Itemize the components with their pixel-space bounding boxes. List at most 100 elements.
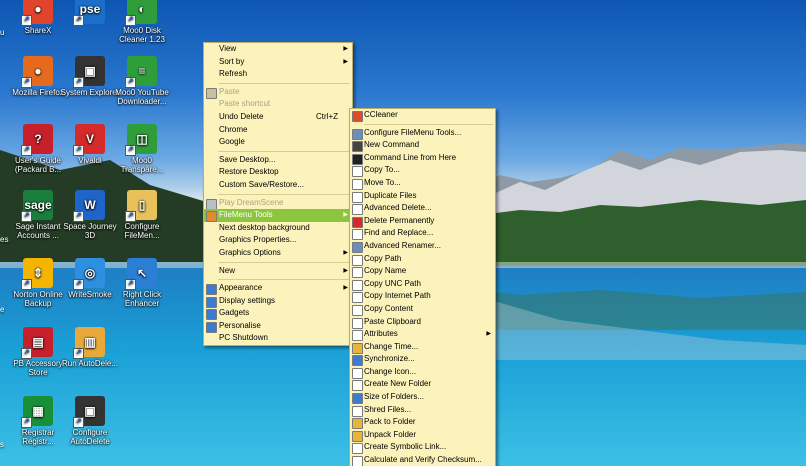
shortcut-arrow-icon: ↗ (73, 77, 84, 88)
desktop-shortcut[interactable]: ▥ ↗ Run AutoDele... (60, 327, 120, 368)
norton-icon: ⇕ ↗ (21, 258, 53, 290)
menu-item[interactable]: Sort by ▶ (204, 56, 352, 69)
menu-item[interactable]: Copy Path (350, 253, 495, 266)
size-icon (352, 393, 363, 405)
menu-item[interactable]: Attributes ▶ (350, 328, 495, 342)
menu-item[interactable]: Size of Folders... (350, 391, 495, 405)
desktop-shortcut[interactable]: ⇕ ↗ Norton Online Backup (8, 258, 68, 308)
desktop-shortcut[interactable]: sage ↗ Sage Instant Accounts ... (8, 190, 68, 240)
desktop-shortcut[interactable]: ↖ ↗ Right Click Enhancer (112, 258, 172, 308)
menu-item-label: Copy Internet Path (364, 291, 431, 301)
menu-item[interactable]: Undo Delete Ctrl+Z (204, 111, 352, 124)
menu-item[interactable]: Personalise (204, 320, 352, 333)
menu-item[interactable]: Unpack Folder (350, 429, 495, 442)
menu-item[interactable]: Calculate and Verify Checksum... (350, 454, 495, 466)
menu-item[interactable]: Copy Content (350, 303, 495, 316)
desktop-shortcut[interactable]: ≡ ↗ Moo0 YouTube Downloader... (112, 56, 172, 106)
menu-item[interactable]: Find and Replace... (350, 227, 495, 241)
menu-item[interactable]: Restore Desktop (204, 166, 352, 179)
desktop-shortcut[interactable]: ◐ ↗ Moo0 Disk Cleaner 1.23 (112, 0, 172, 44)
menu-item[interactable]: New ▶ (204, 265, 352, 278)
desktop[interactable]: ● ↗ ShareX ● ↗ Mozilla Firefox ? ↗ User's Guide … (0, 0, 806, 466)
desktop-shortcut-label: Norton Online Backup (13, 290, 63, 308)
menu-item[interactable]: Configure FileMenu Tools... (350, 127, 495, 140)
menu-item-label: Save Desktop... (219, 154, 276, 164)
menu-item[interactable]: Next desktop background (204, 222, 352, 235)
partial-icon-label: u (0, 28, 5, 37)
menu-item-label: Custom Save/Restore... (219, 179, 304, 189)
desktop-shortcut[interactable]: ▯ ↗ Configure FileMen... (112, 190, 172, 240)
menu-item-label: Copy To... (364, 165, 400, 175)
menu-item[interactable]: Advanced Delete... (350, 202, 495, 216)
menu-item[interactable]: View ▶ (204, 43, 352, 56)
shortcut-arrow-icon: ↗ (125, 279, 136, 290)
menu-item[interactable]: Shred Files... (350, 404, 495, 417)
desktop-shortcut[interactable]: ◎ ↗ WriteSmoke (60, 258, 120, 299)
menu-item[interactable]: Pack to Folder (350, 416, 495, 430)
menu-item[interactable]: Refresh (204, 68, 352, 81)
menu-item[interactable]: Create New Folder (350, 378, 495, 392)
desktop-shortcut-label: Mozilla Firefox (12, 88, 64, 97)
menu-item-label: View (219, 44, 237, 53)
menu-separator (218, 150, 350, 152)
shortcut-arrow-icon: ↗ (21, 279, 32, 290)
menu-item[interactable]: Gadgets (204, 307, 352, 321)
menu-item[interactable]: Google (204, 136, 352, 149)
desktop-shortcut[interactable]: V ↗ Vivaldi (60, 124, 120, 165)
ccleaner-icon (352, 111, 363, 122)
shortcut-arrow-icon: ↗ (21, 145, 32, 156)
desktop-shortcut[interactable]: pse ↗ (60, 0, 120, 26)
menu-item: Play DreamScene (204, 197, 352, 210)
shortcut-arrow-icon: ↗ (73, 145, 84, 156)
shortcut-arrow-icon: ↗ (125, 145, 136, 156)
menu-item[interactable]: CCleaner (350, 109, 495, 122)
menu-item[interactable]: Create Symbolic Link... (350, 441, 495, 455)
menu-item[interactable]: Delete Permanently (350, 215, 495, 228)
menu-item[interactable]: Change Time... (350, 341, 495, 354)
desktop-shortcut[interactable]: ▦ ↗ Registrar Registr... (8, 396, 68, 446)
menu-item[interactable]: Advanced Renamer... (350, 240, 495, 253)
menu-item[interactable]: Chrome (204, 124, 352, 137)
desktop-shortcut[interactable]: ? ↗ User's Guide (Packard B... (8, 124, 68, 174)
desktop-shortcut-label: Right Click Enhancer (122, 290, 162, 308)
menu-item[interactable]: Custom Save/Restore... (204, 179, 352, 192)
menu-item[interactable]: Copy Name (350, 265, 495, 279)
menu-item[interactable]: Graphics Properties... (204, 234, 352, 247)
menu-item[interactable]: Graphics Options ▶ (204, 247, 352, 260)
menu-item[interactable]: Display settings (204, 295, 352, 308)
desktop-shortcut[interactable]: ▣ ↗ System Explorer (60, 56, 120, 97)
partial-icon-label: e (0, 305, 5, 314)
menu-item-label: Copy UNC Path (364, 278, 421, 288)
configure-icon (352, 128, 363, 140)
menu-item[interactable]: Change Icon... (350, 366, 495, 379)
desktop-shortcut-label: Moo0 Transpare... (120, 156, 164, 174)
menu-item[interactable]: PC Shutdown (204, 332, 352, 345)
menu-item-label: Command Line from Here (364, 152, 457, 162)
store-icon: ▤ ↗ (21, 327, 53, 359)
desktop-shortcut[interactable]: ● ↗ Mozilla Firefox (8, 56, 68, 97)
desktop-shortcut[interactable]: ▣ ↗ Configure AutoDelete (60, 396, 120, 446)
menu-item[interactable]: Duplicate Files (350, 190, 495, 203)
desktop-shortcut[interactable]: ▤ ↗ PB Accessory Store (8, 327, 68, 377)
menu-item[interactable]: FileMenu Tools ▶ (204, 209, 352, 223)
configure-filemenu-icon: ▯ ↗ (125, 190, 157, 222)
menu-item[interactable]: Save Desktop... (204, 154, 352, 167)
menu-item[interactable]: Command Line from Here (350, 152, 495, 165)
menu-item[interactable]: Paste Clipboard (350, 316, 495, 329)
menu-item[interactable]: Appearance ▶ (204, 282, 352, 296)
registrar-icon: ▦ ↗ (21, 396, 53, 428)
desktop-shortcut[interactable]: ◫ ↗ Moo0 Transpare... (112, 124, 172, 174)
copy-path-icon (352, 254, 363, 266)
menu-item[interactable]: Synchronize... (350, 353, 495, 367)
menu-item[interactable]: Move To... (350, 177, 495, 190)
shortcut-arrow-icon: ↗ (125, 77, 136, 88)
menu-item[interactable]: Copy UNC Path (350, 278, 495, 291)
menu-item[interactable]: Copy To... (350, 164, 495, 178)
menu-separator (218, 261, 350, 263)
gadgets-icon (206, 309, 217, 321)
desktop-shortcut[interactable]: ● ↗ ShareX (8, 0, 68, 35)
autodelete-run-icon: ▥ ↗ (73, 327, 105, 359)
menu-item[interactable]: Copy Internet Path (350, 290, 495, 304)
menu-item[interactable]: New Command (350, 139, 495, 153)
desktop-shortcut[interactable]: W ↗ Space Journey 3D (60, 190, 120, 240)
